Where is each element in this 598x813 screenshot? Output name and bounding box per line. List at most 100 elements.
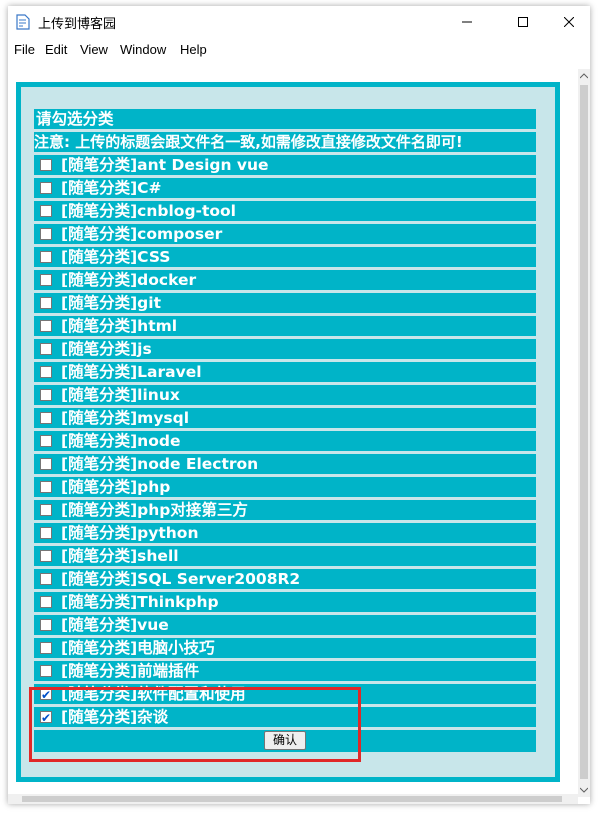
category-row[interactable]: [随笔分类]node	[34, 431, 536, 451]
category-checkbox[interactable]	[40, 642, 52, 654]
category-label: [随笔分类]SQL Server2008R2	[61, 570, 301, 588]
horizontal-scrollbar[interactable]	[8, 794, 578, 804]
category-list: 请勾选分类 注意: 上传的标题会跟文件名一致,如需修改直接修改文件名即可! [随…	[34, 109, 536, 752]
category-checkbox[interactable]	[40, 389, 52, 401]
category-checkbox[interactable]	[40, 182, 52, 194]
confirm-row: 确认	[34, 730, 536, 752]
category-row[interactable]: [随笔分类]node Electron	[34, 454, 536, 474]
category-label: [随笔分类]linux	[61, 386, 180, 404]
category-checkbox[interactable]	[40, 159, 52, 171]
chevron-up-icon	[580, 73, 588, 79]
category-label: [随笔分类]node Electron	[61, 455, 259, 473]
category-checkbox[interactable]	[40, 504, 52, 516]
document-edit-icon	[16, 14, 30, 30]
panel-notice: 注意: 上传的标题会跟文件名一致,如需修改直接修改文件名即可!	[34, 132, 536, 152]
category-row[interactable]: [随笔分类]C#	[34, 178, 536, 198]
minimize-icon	[462, 21, 472, 23]
category-label: [随笔分类]CSS	[61, 248, 171, 266]
category-row[interactable]: [随笔分类]电脑小技巧	[34, 638, 536, 658]
category-row[interactable]: [随笔分类]杂谈	[34, 707, 536, 727]
vertical-scrollbar[interactable]	[578, 69, 590, 797]
maximize-icon	[518, 17, 528, 27]
menu-edit[interactable]: Edit	[45, 42, 67, 57]
category-checkbox[interactable]	[40, 573, 52, 585]
category-label: [随笔分类]git	[61, 294, 161, 312]
category-label: [随笔分类]软件配置和使用	[61, 685, 246, 703]
category-label: [随笔分类]composer	[61, 225, 223, 243]
category-label: [随笔分类]cnblog-tool	[61, 202, 236, 220]
category-label: [随笔分类]python	[61, 524, 199, 542]
category-row[interactable]: [随笔分类]前端插件	[34, 661, 536, 681]
title-bar[interactable]: 上传到博客园	[8, 6, 590, 38]
category-row[interactable]: [随笔分类]git	[34, 293, 536, 313]
category-row[interactable]: [随笔分类]Laravel	[34, 362, 536, 382]
category-row[interactable]: [随笔分类]SQL Server2008R2	[34, 569, 536, 589]
category-checkbox[interactable]	[40, 435, 52, 447]
app-window: 上传到博客园 File Edit View Window Help 请勾选分类 …	[8, 6, 590, 804]
category-row[interactable]: [随笔分类]composer	[34, 224, 536, 244]
menu-view[interactable]: View	[80, 42, 108, 57]
category-label: [随笔分类]前端插件	[61, 662, 200, 680]
confirm-button[interactable]: 确认	[264, 731, 306, 750]
category-row[interactable]: [随笔分类]mysql	[34, 408, 536, 428]
category-checkbox[interactable]	[40, 481, 52, 493]
category-row[interactable]: [随笔分类]php	[34, 477, 536, 497]
category-checkbox[interactable]	[40, 550, 52, 562]
category-checkbox[interactable]	[40, 228, 52, 240]
menu-help[interactable]: Help	[180, 42, 207, 57]
category-label: [随笔分类]php对接第三方	[61, 501, 248, 519]
chevron-down-icon	[580, 787, 588, 793]
category-checkbox[interactable]	[40, 619, 52, 631]
category-checkbox[interactable]	[40, 596, 52, 608]
category-row[interactable]: [随笔分类]html	[34, 316, 536, 336]
category-label: [随笔分类]ant Design vue	[61, 156, 269, 174]
category-row[interactable]: [随笔分类]docker	[34, 270, 536, 290]
category-label: [随笔分类]mysql	[61, 409, 190, 427]
category-checkbox[interactable]	[40, 366, 52, 378]
menu-window[interactable]: Window	[120, 42, 166, 57]
category-row[interactable]: [随笔分类]cnblog-tool	[34, 201, 536, 221]
category-label: [随笔分类]node	[61, 432, 181, 450]
content-area: 请勾选分类 注意: 上传的标题会跟文件名一致,如需修改直接修改文件名即可! [随…	[8, 69, 578, 797]
category-checkbox[interactable]	[40, 343, 52, 355]
category-checkbox[interactable]	[40, 251, 52, 263]
category-checkbox[interactable]	[40, 205, 52, 217]
category-label: [随笔分类]shell	[61, 547, 179, 565]
category-row[interactable]: [随笔分类]ant Design vue	[34, 155, 536, 175]
category-label: [随笔分类]电脑小技巧	[61, 639, 215, 657]
category-label: [随笔分类]Thinkphp	[61, 593, 219, 611]
category-checkbox[interactable]	[40, 412, 52, 424]
category-row[interactable]: [随笔分类]Thinkphp	[34, 592, 536, 612]
category-row[interactable]: [随笔分类]shell	[34, 546, 536, 566]
close-icon	[564, 17, 574, 27]
scroll-down-button[interactable]	[578, 783, 590, 797]
horizontal-scroll-thumb[interactable]	[22, 796, 562, 802]
category-checkbox[interactable]	[40, 458, 52, 470]
category-checkbox[interactable]	[40, 685, 52, 704]
panel-header: 请勾选分类	[34, 109, 536, 129]
scroll-up-button[interactable]	[578, 69, 590, 83]
category-label: [随笔分类]php	[61, 478, 171, 496]
category-row[interactable]: [随笔分类]python	[34, 523, 536, 543]
minimize-button[interactable]	[444, 6, 490, 38]
category-checkbox[interactable]	[40, 527, 52, 539]
menu-bar: File Edit View Window Help	[8, 40, 590, 60]
category-checkbox[interactable]	[40, 297, 52, 309]
category-label: [随笔分类]html	[61, 317, 178, 335]
maximize-button[interactable]	[500, 6, 546, 38]
close-button[interactable]	[546, 6, 592, 38]
category-row[interactable]: [随笔分类]vue	[34, 615, 536, 635]
category-row[interactable]: [随笔分类]软件配置和使用	[34, 684, 536, 704]
category-row[interactable]: [随笔分类]CSS	[34, 247, 536, 267]
scroll-thumb[interactable]	[580, 85, 588, 779]
category-checkbox[interactable]	[40, 708, 52, 727]
category-checkbox[interactable]	[40, 274, 52, 286]
category-label: [随笔分类]Laravel	[61, 363, 202, 381]
category-row[interactable]: [随笔分类]linux	[34, 385, 536, 405]
menu-file[interactable]: File	[14, 42, 35, 57]
category-row[interactable]: [随笔分类]php对接第三方	[34, 500, 536, 520]
category-checkbox[interactable]	[40, 665, 52, 677]
category-checkbox[interactable]	[40, 320, 52, 332]
window-title: 上传到博客园	[38, 17, 117, 32]
category-row[interactable]: [随笔分类]js	[34, 339, 536, 359]
